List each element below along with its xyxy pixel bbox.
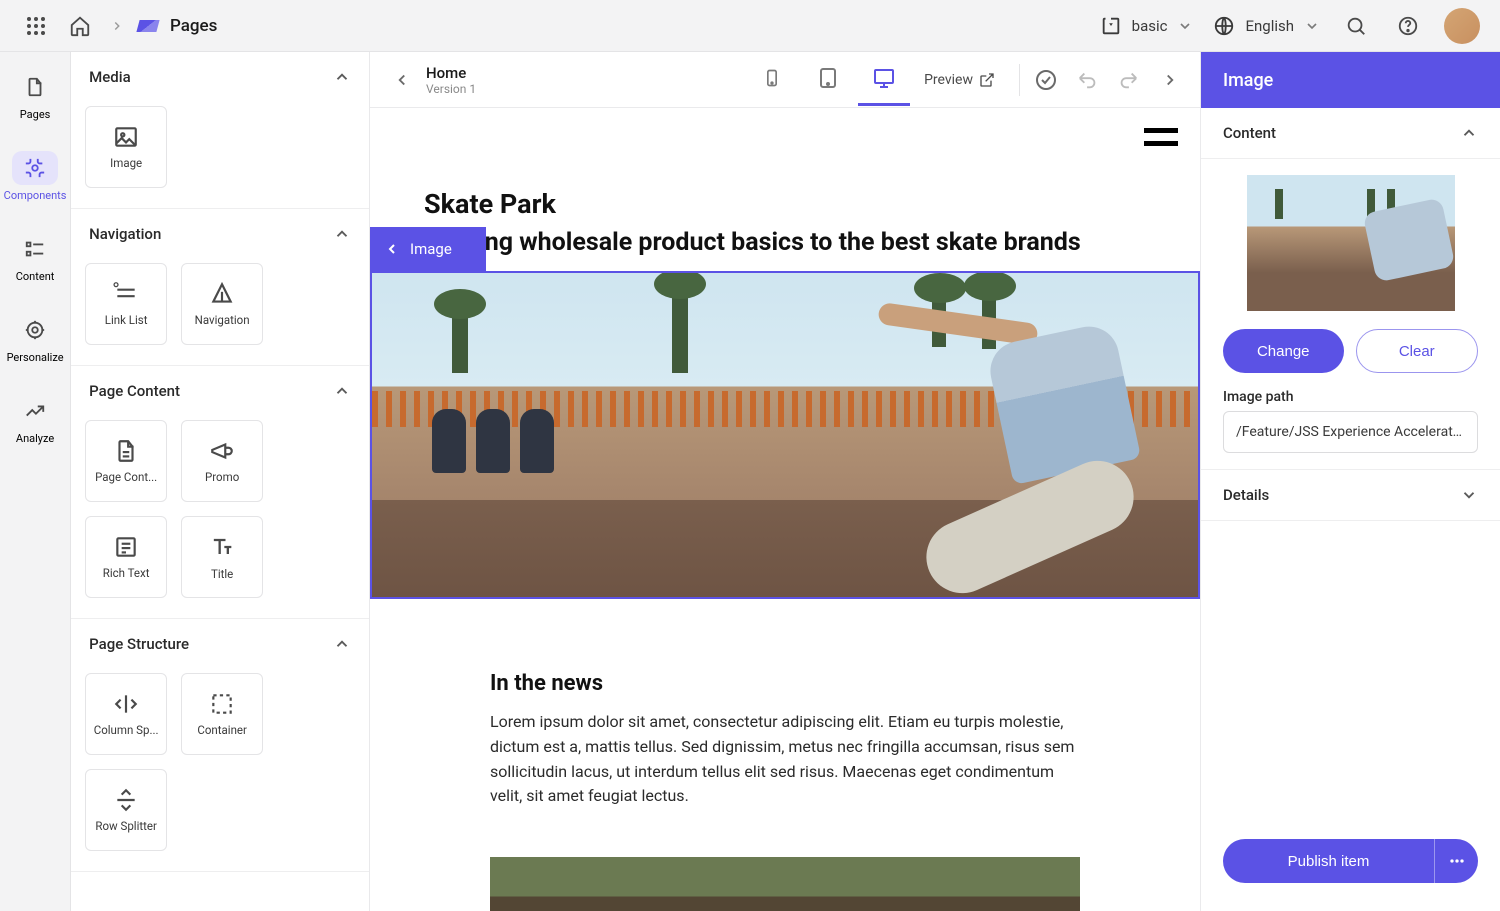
rp-content-header[interactable]: Content — [1201, 108, 1500, 159]
clear-button[interactable]: Clear — [1356, 329, 1479, 373]
app-launcher-icon[interactable] — [20, 10, 52, 42]
help-icon[interactable] — [1392, 10, 1424, 42]
user-avatar[interactable] — [1444, 8, 1480, 44]
breadcrumb-chevron-icon — [108, 10, 126, 42]
change-button[interactable]: Change — [1223, 329, 1344, 373]
section-media-header[interactable]: Media — [71, 52, 369, 102]
page-hero-subtitle: Providing wholesale product basics to th… — [370, 228, 1200, 271]
view-dropdown[interactable]: basic — [1100, 15, 1194, 37]
section-navigation-header[interactable]: Navigation — [71, 209, 369, 259]
image-path-label: Image path — [1223, 389, 1478, 405]
canvas-area: Home Version 1 Preview — [370, 52, 1200, 911]
selected-component-tag[interactable]: Image — [370, 227, 486, 271]
selected-image-component[interactable] — [370, 271, 1200, 599]
component-columnsplitter-tile[interactable]: Column Sp... — [85, 673, 167, 755]
chevron-up-icon — [333, 382, 351, 400]
language-dropdown[interactable]: English — [1213, 15, 1320, 37]
component-richtext-tile[interactable]: Rich Text — [85, 516, 167, 598]
chevron-up-icon — [333, 225, 351, 243]
canvas-content[interactable]: Skate Park Providing wholesale product b… — [370, 108, 1200, 911]
secondary-image[interactable] — [490, 857, 1080, 911]
device-mobile-tab[interactable] — [746, 54, 798, 106]
preview-button[interactable]: Preview — [924, 72, 995, 88]
redo-button[interactable] — [1112, 64, 1144, 96]
language-label: English — [1245, 17, 1294, 35]
news-body: Lorem ipsum dolor sit amet, consectetur … — [490, 710, 1080, 809]
section-pagestructure-header[interactable]: Page Structure — [71, 619, 369, 669]
rail-content[interactable]: Content — [5, 226, 65, 289]
component-navigation-tile[interactable]: Navigation — [181, 263, 263, 345]
search-icon[interactable] — [1340, 10, 1372, 42]
chevron-up-icon — [1460, 124, 1478, 142]
canvas-page-name: Home — [426, 64, 476, 82]
component-image-tile[interactable]: Image — [85, 106, 167, 188]
pages-logo-icon — [136, 20, 159, 32]
rail-analyze[interactable]: Analyze — [5, 388, 65, 451]
canvas-back-button[interactable] — [384, 71, 420, 89]
chevron-up-icon — [333, 68, 351, 86]
status-ok-icon[interactable] — [1030, 64, 1062, 96]
components-panel: Media Image Navigation Link List — [71, 52, 370, 911]
component-promo-tile[interactable]: Promo — [181, 420, 263, 502]
rp-details-header[interactable]: Details — [1201, 470, 1500, 521]
device-tablet-tab[interactable] — [802, 54, 854, 106]
rail-pages[interactable]: Pages — [5, 64, 65, 127]
undo-button[interactable] — [1072, 64, 1104, 96]
external-link-icon — [979, 72, 995, 88]
component-rowsplitter-tile[interactable]: Row Splitter — [85, 769, 167, 851]
device-desktop-tab[interactable] — [858, 54, 910, 106]
component-container-tile[interactable]: Container — [181, 673, 263, 755]
rail-personalize[interactable]: Personalize — [5, 307, 65, 370]
chevron-up-icon — [333, 635, 351, 653]
right-panel: Image Content Change Clear Image path /F… — [1200, 52, 1500, 911]
image-thumbnail — [1247, 175, 1455, 311]
canvas-page-version: Version 1 — [426, 82, 476, 96]
chevron-left-icon — [384, 241, 400, 257]
view-label: basic — [1132, 17, 1168, 35]
breadcrumb-title: Pages — [170, 16, 217, 36]
left-rail-nav: Pages Components Content Personalize Ana… — [0, 52, 71, 911]
component-linklist-tile[interactable]: Link List — [85, 263, 167, 345]
right-panel-header: Image — [1201, 52, 1500, 108]
section-pagecontent-header[interactable]: Page Content — [71, 366, 369, 416]
hamburger-menu-icon[interactable] — [1144, 128, 1178, 146]
news-heading: In the news — [490, 671, 1080, 696]
rail-components[interactable]: Components — [5, 145, 65, 208]
component-pagecontent-tile[interactable]: Page Cont... — [85, 420, 167, 502]
image-path-input[interactable]: /Feature/JSS Experience Accelerator/Basi… — [1223, 411, 1478, 453]
canvas-forward-button[interactable] — [1154, 64, 1186, 96]
component-title-tile[interactable]: Title — [181, 516, 263, 598]
chevron-down-icon — [1460, 486, 1478, 504]
publish-button[interactable]: Publish item — [1223, 839, 1434, 883]
publish-more-button[interactable] — [1434, 839, 1478, 883]
home-icon[interactable] — [64, 10, 96, 42]
page-hero-title: Skate Park — [370, 108, 1200, 228]
